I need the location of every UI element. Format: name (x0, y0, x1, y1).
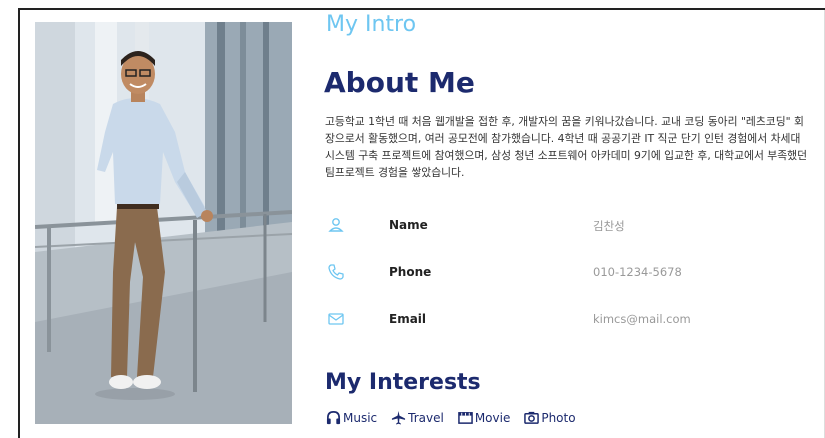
info-row-name: Name 김찬성 (325, 216, 795, 236)
info-row-phone: Phone 010-1234-5678 (325, 263, 795, 283)
section-label: My Intro (326, 12, 417, 37)
name-value: 김찬성 (593, 219, 625, 233)
interests-list: Music Travel Movie Photo (326, 410, 576, 425)
about-title: About Me (324, 66, 475, 99)
interest-label: Travel (408, 410, 444, 425)
interest-travel: Travel (391, 410, 444, 425)
profile-photo-illustration (35, 22, 292, 424)
mail-icon (327, 310, 345, 328)
about-paragraph: 고등학교 1학년 때 처음 웹개발을 접한 후, 개발자의 꿈을 키워나갔습니다… (325, 115, 808, 179)
interest-label: Music (343, 410, 378, 425)
interest-music: Music (326, 410, 377, 425)
phone-label: Phone (389, 265, 432, 279)
profile-photo (35, 22, 292, 424)
camera-icon (524, 411, 540, 424)
phone-icon (327, 263, 345, 281)
interest-label: Photo (541, 410, 576, 425)
name-label: Name (389, 218, 428, 232)
airplane-icon (392, 410, 406, 425)
info-row-email: Email kimcs@mail.com (325, 310, 795, 330)
email-value[interactable]: kimcs@mail.com (593, 312, 691, 326)
interest-movie: Movie (458, 410, 511, 425)
email-label: Email (389, 312, 427, 326)
phone-value: 010-1234-5678 (593, 265, 682, 279)
interests-title: My Interests (325, 370, 481, 395)
headphones-icon (326, 411, 341, 425)
interest-label: Movie (474, 410, 511, 425)
interest-photo: Photo (524, 410, 576, 425)
film-icon (458, 412, 473, 424)
user-icon (327, 216, 345, 234)
